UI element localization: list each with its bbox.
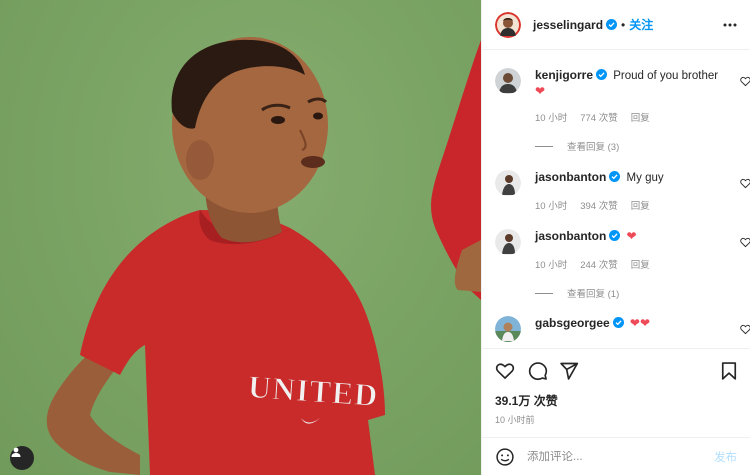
- comment-likes[interactable]: 774 次赞: [580, 113, 618, 124]
- reply-button[interactable]: 回复: [631, 260, 650, 271]
- comment-time: 10 小时: [535, 113, 568, 124]
- view-replies-button[interactable]: 查看回复 (1): [535, 286, 619, 300]
- view-replies-button[interactable]: 查看回复 (3): [535, 139, 619, 153]
- heart-icon[interactable]: [740, 76, 750, 87]
- verified-badge-icon: [609, 171, 621, 182]
- follow-button[interactable]: 关注: [629, 16, 653, 33]
- like-count[interactable]: 39.1万 次赞: [495, 392, 558, 409]
- comment-meta: 10 小时 774 次赞 回复: [535, 110, 663, 124]
- verified-badge-icon: [606, 19, 618, 30]
- reply-button[interactable]: 回复: [631, 201, 650, 212]
- tagged-users-button[interactable]: [10, 446, 34, 470]
- post-sidebar: jesselingard • 关注 kenjigorre Proud of yo…: [481, 0, 750, 475]
- post-photo-illustration: [0, 0, 481, 475]
- user-icon: [11, 447, 21, 457]
- comment-time: 10 小时: [535, 260, 568, 271]
- comment-username[interactable]: gabsgeorgee: [535, 316, 610, 330]
- comment-likes[interactable]: 394 次赞: [580, 201, 618, 212]
- comment-username[interactable]: jasonbanton: [535, 229, 606, 243]
- comment-icon[interactable]: [528, 361, 548, 381]
- comment-composer: 发布: [482, 437, 750, 475]
- separator-dot: •: [621, 17, 626, 32]
- heart-icon[interactable]: [740, 237, 750, 248]
- comment-text: Proud of you brother: [613, 70, 719, 82]
- more-options-icon[interactable]: [722, 17, 738, 33]
- commenter-avatar[interactable]: [495, 170, 521, 196]
- shirt-print: UNITED: [246, 368, 380, 414]
- comment-meta: 10 小时 394 次赞 回复: [535, 198, 663, 212]
- post-comment-button[interactable]: 发布: [714, 449, 737, 465]
- comment-emoji: ❤❤: [629, 316, 651, 330]
- post-timestamp: 10 小时前: [495, 415, 535, 425]
- comment-emoji: ❤: [535, 84, 546, 98]
- verified-badge-icon: [609, 230, 621, 241]
- comment-meta: 10 小时 244 次赞 回复: [535, 257, 663, 271]
- comment-item: kenjigorre Proud of you brother ❤ 10 小时 7…: [495, 68, 750, 168]
- comment-item: gabsgeorgee ❤❤: [495, 316, 750, 346]
- post-photo[interactable]: UNITED: [0, 0, 481, 475]
- post-actions: 39.1万 次赞 10 小时前: [482, 348, 750, 436]
- comment-username[interactable]: kenjigorre: [535, 68, 593, 82]
- author-username[interactable]: jesselingard: [533, 18, 603, 32]
- comment-input[interactable]: [527, 450, 687, 463]
- comment-time: 10 小时: [535, 201, 568, 212]
- comment-username[interactable]: jasonbanton: [535, 170, 606, 184]
- comment-item: jasonbanton My guy 10 小时 394 次赞 回复: [495, 170, 750, 215]
- verified-badge-icon: [596, 69, 608, 80]
- verified-badge-icon: [612, 317, 624, 328]
- post-header: jesselingard • 关注: [482, 0, 750, 50]
- comment-item: jasonbanton ❤ 10 小时 244 次赞 回复 查看回复 (1): [495, 229, 750, 304]
- bookmark-icon[interactable]: [719, 361, 739, 381]
- heart-icon[interactable]: [740, 324, 750, 335]
- comment-list[interactable]: kenjigorre Proud of you brother ❤ 10 小时 7…: [482, 51, 750, 348]
- share-icon[interactable]: [559, 361, 579, 381]
- heart-icon[interactable]: [740, 178, 750, 189]
- author-avatar[interactable]: [495, 11, 521, 38]
- commenter-avatar[interactable]: [495, 316, 521, 342]
- commenter-avatar[interactable]: [495, 229, 521, 255]
- comment-emoji: ❤: [626, 229, 637, 243]
- comment-likes[interactable]: 244 次赞: [580, 260, 618, 271]
- emoji-icon[interactable]: [495, 447, 515, 467]
- reply-button[interactable]: 回复: [631, 113, 650, 124]
- heart-icon[interactable]: [495, 361, 515, 381]
- comment-text: My guy: [626, 172, 664, 184]
- commenter-avatar[interactable]: [495, 68, 521, 94]
